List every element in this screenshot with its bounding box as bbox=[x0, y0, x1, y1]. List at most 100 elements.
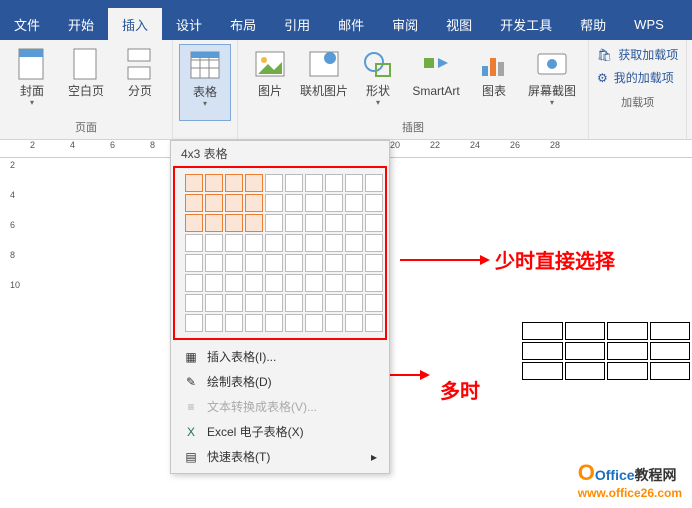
grid-cell[interactable] bbox=[325, 294, 343, 312]
tab-references[interactable]: 引用 bbox=[270, 8, 324, 40]
grid-cell[interactable] bbox=[305, 194, 323, 212]
grid-cell[interactable] bbox=[245, 194, 263, 212]
grid-cell[interactable] bbox=[185, 214, 203, 232]
blank-page-button[interactable]: 空白页 bbox=[60, 44, 112, 117]
insert-table-item[interactable]: ▦插入表格(I)... bbox=[171, 344, 389, 369]
grid-cell[interactable] bbox=[205, 254, 223, 272]
grid-cell[interactable] bbox=[205, 234, 223, 252]
screenshot-button[interactable]: 屏幕截图 ▾ bbox=[522, 44, 582, 117]
grid-cell[interactable] bbox=[325, 194, 343, 212]
grid-cell[interactable] bbox=[365, 294, 383, 312]
grid-cell[interactable] bbox=[325, 174, 343, 192]
grid-cell[interactable] bbox=[245, 174, 263, 192]
my-addins-button[interactable]: ⚙我的加载项 bbox=[597, 69, 678, 86]
grid-cell[interactable] bbox=[285, 234, 303, 252]
grid-cell[interactable] bbox=[265, 294, 283, 312]
grid-cell[interactable] bbox=[345, 274, 363, 292]
pictures-button[interactable]: 图片 bbox=[244, 44, 296, 117]
grid-cell[interactable] bbox=[265, 174, 283, 192]
grid-cell[interactable] bbox=[205, 194, 223, 212]
grid-cell[interactable] bbox=[345, 194, 363, 212]
get-addins-button[interactable]: 🛍获取加载项 bbox=[597, 46, 678, 63]
quick-tables-item[interactable]: ▤快速表格(T)▸ bbox=[171, 444, 389, 469]
grid-cell[interactable] bbox=[345, 174, 363, 192]
grid-cell[interactable] bbox=[245, 314, 263, 332]
grid-cell[interactable] bbox=[285, 254, 303, 272]
grid-cell[interactable] bbox=[185, 254, 203, 272]
excel-spreadsheet-item[interactable]: XExcel 电子表格(X) bbox=[171, 419, 389, 444]
tab-home[interactable]: 开始 bbox=[54, 8, 108, 40]
grid-cell[interactable] bbox=[225, 194, 243, 212]
grid-cell[interactable] bbox=[285, 194, 303, 212]
grid-cell[interactable] bbox=[225, 254, 243, 272]
table-grid-picker[interactable] bbox=[173, 166, 387, 340]
grid-cell[interactable] bbox=[245, 274, 263, 292]
tab-layout[interactable]: 布局 bbox=[216, 8, 270, 40]
grid-cell[interactable] bbox=[265, 314, 283, 332]
grid-cell[interactable] bbox=[225, 294, 243, 312]
draw-table-item[interactable]: ✎绘制表格(D) bbox=[171, 369, 389, 394]
grid-cell[interactable] bbox=[345, 214, 363, 232]
grid-cell[interactable] bbox=[365, 234, 383, 252]
grid-cell[interactable] bbox=[265, 194, 283, 212]
grid-cell[interactable] bbox=[185, 234, 203, 252]
grid-cell[interactable] bbox=[265, 254, 283, 272]
grid-cell[interactable] bbox=[305, 294, 323, 312]
grid-cell[interactable] bbox=[285, 274, 303, 292]
table-button[interactable]: 表格 ▾ bbox=[179, 44, 231, 121]
grid-cell[interactable] bbox=[205, 314, 223, 332]
tab-file[interactable]: 文件 bbox=[0, 8, 54, 40]
grid-cell[interactable] bbox=[245, 294, 263, 312]
tab-view[interactable]: 视图 bbox=[432, 8, 486, 40]
grid-cell[interactable] bbox=[205, 294, 223, 312]
grid-cell[interactable] bbox=[325, 234, 343, 252]
grid-cell[interactable] bbox=[365, 254, 383, 272]
grid-cell[interactable] bbox=[305, 214, 323, 232]
grid-cell[interactable] bbox=[185, 274, 203, 292]
grid-cell[interactable] bbox=[185, 314, 203, 332]
grid-cell[interactable] bbox=[265, 214, 283, 232]
online-pictures-button[interactable]: 联机图片 bbox=[298, 44, 350, 117]
grid-cell[interactable] bbox=[305, 174, 323, 192]
grid-cell[interactable] bbox=[205, 214, 223, 232]
chart-button[interactable]: 图表 bbox=[468, 44, 520, 117]
tab-mailings[interactable]: 邮件 bbox=[324, 8, 378, 40]
grid-cell[interactable] bbox=[225, 314, 243, 332]
grid-cell[interactable] bbox=[285, 174, 303, 192]
grid-cell[interactable] bbox=[265, 234, 283, 252]
grid-cell[interactable] bbox=[245, 254, 263, 272]
grid-cell[interactable] bbox=[225, 274, 243, 292]
grid-cell[interactable] bbox=[185, 174, 203, 192]
grid-cell[interactable] bbox=[345, 294, 363, 312]
grid-cell[interactable] bbox=[285, 214, 303, 232]
grid-cell[interactable] bbox=[365, 194, 383, 212]
tab-help[interactable]: 帮助 bbox=[566, 8, 620, 40]
grid-cell[interactable] bbox=[185, 294, 203, 312]
grid-cell[interactable] bbox=[285, 314, 303, 332]
grid-cell[interactable] bbox=[345, 314, 363, 332]
page-break-button[interactable]: 分页 bbox=[114, 44, 166, 117]
shapes-button[interactable]: 形状 ▾ bbox=[352, 44, 404, 117]
grid-cell[interactable] bbox=[305, 254, 323, 272]
grid-cell[interactable] bbox=[225, 174, 243, 192]
tab-developer[interactable]: 开发工具 bbox=[486, 8, 566, 40]
grid-cell[interactable] bbox=[365, 214, 383, 232]
grid-cell[interactable] bbox=[185, 194, 203, 212]
grid-cell[interactable] bbox=[265, 274, 283, 292]
grid-cell[interactable] bbox=[325, 314, 343, 332]
tab-insert[interactable]: 插入 bbox=[108, 8, 162, 40]
grid-cell[interactable] bbox=[325, 214, 343, 232]
grid-cell[interactable] bbox=[245, 234, 263, 252]
grid-cell[interactable] bbox=[205, 274, 223, 292]
grid-cell[interactable] bbox=[225, 214, 243, 232]
grid-cell[interactable] bbox=[205, 174, 223, 192]
grid-cell[interactable] bbox=[225, 234, 243, 252]
grid-cell[interactable] bbox=[365, 274, 383, 292]
grid-cell[interactable] bbox=[345, 254, 363, 272]
grid-cell[interactable] bbox=[365, 314, 383, 332]
grid-cell[interactable] bbox=[305, 234, 323, 252]
grid-cell[interactable] bbox=[305, 314, 323, 332]
smartart-button[interactable]: SmartArt bbox=[406, 44, 466, 117]
tab-design[interactable]: 设计 bbox=[162, 8, 216, 40]
grid-cell[interactable] bbox=[325, 254, 343, 272]
